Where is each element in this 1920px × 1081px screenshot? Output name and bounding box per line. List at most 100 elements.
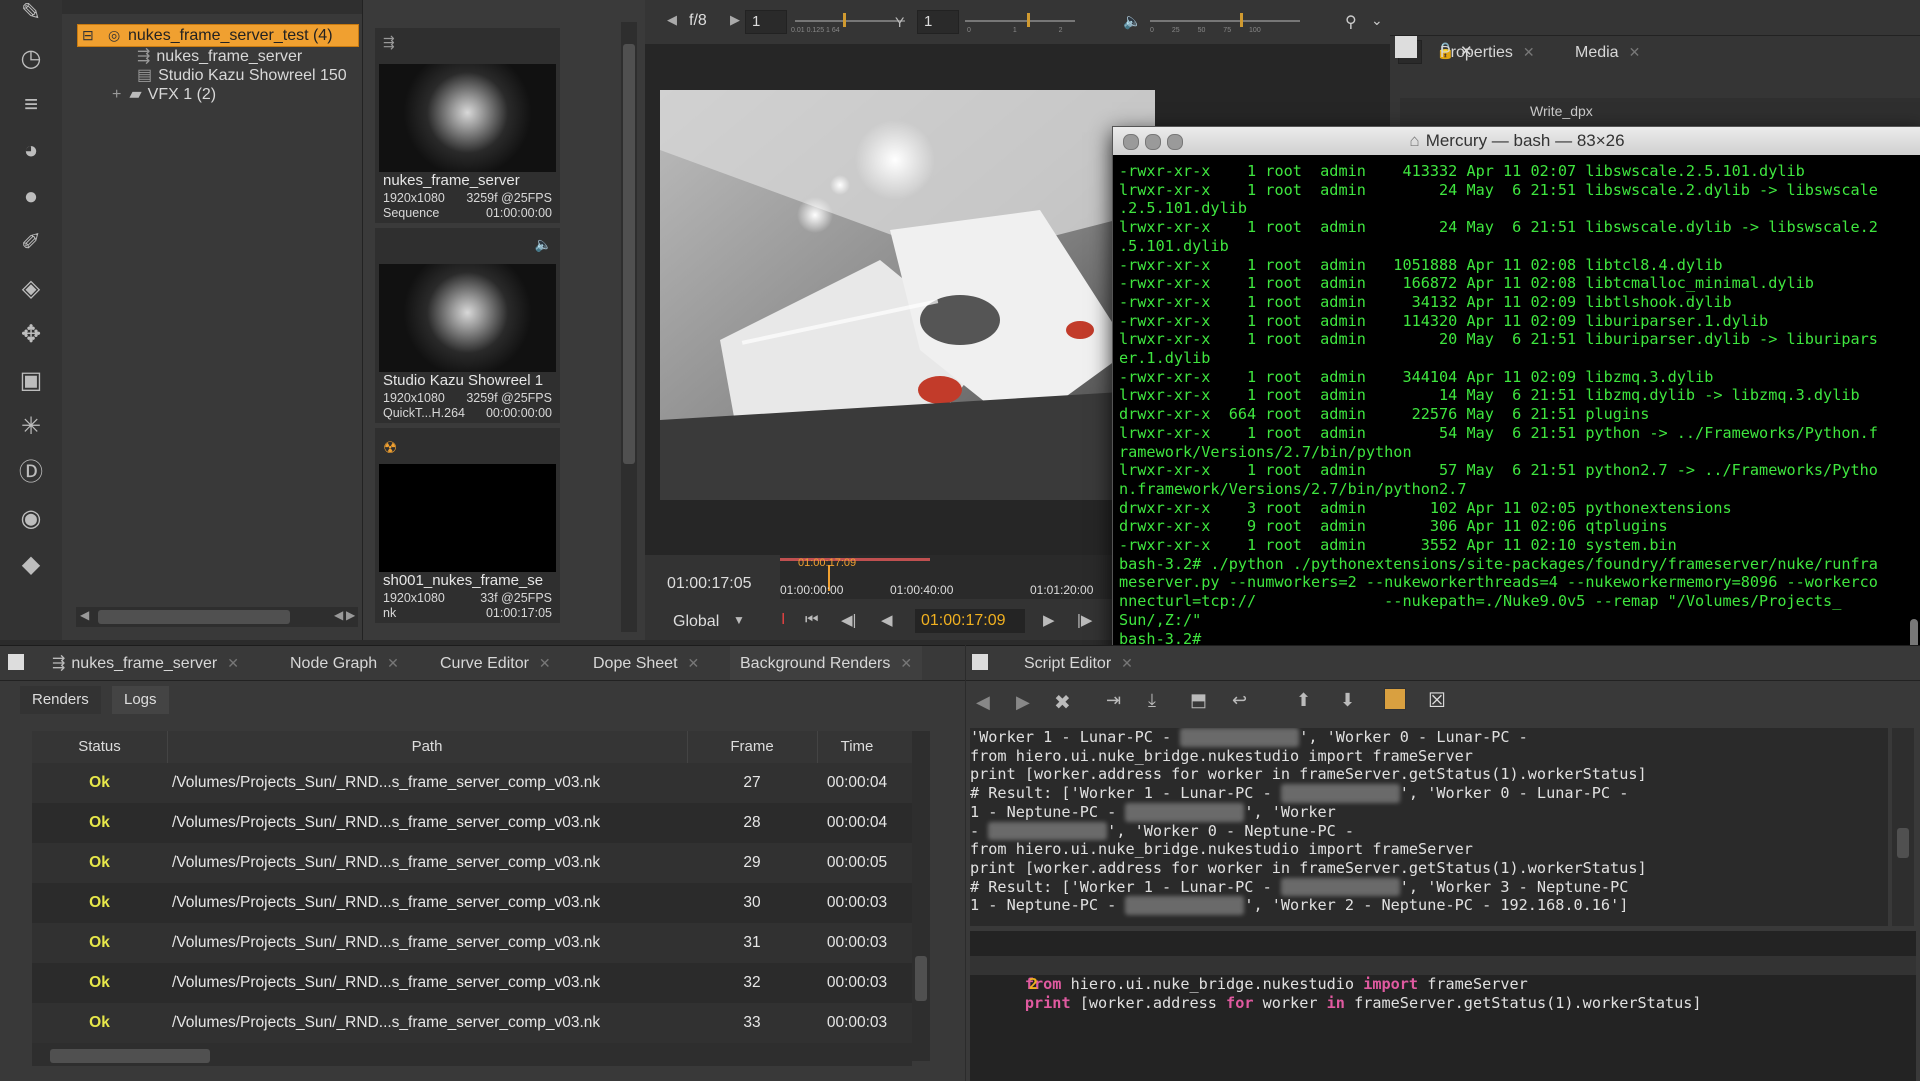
panel-menu-icon[interactable]	[8, 654, 24, 670]
clear-output-icon[interactable]: ☒	[1428, 688, 1446, 713]
tree-item-bin[interactable]: + ▰ VFX 1 (2)	[112, 85, 216, 104]
tab-node-graph[interactable]: Node Graph ✕	[290, 646, 399, 680]
subtab-renders[interactable]: Renders	[20, 686, 101, 714]
table-row[interactable]: Ok/Volumes/Projects_Sun/_RND...s_frame_s…	[32, 843, 912, 883]
terminal-window[interactable]: ⌂ Mercury — bash — 83×26 -rwxr-xr-x 1 roo…	[1112, 126, 1920, 654]
clip-card[interactable]: ☢ sh001_nukes_frame_se 1920x1080 33f @25…	[375, 428, 560, 623]
tree-item-sequence[interactable]: ⇶ nukes_frame_server	[137, 47, 302, 66]
column-status[interactable]: Status	[32, 731, 168, 763]
table-row[interactable]: Ok/Volumes/Projects_Sun/_RND...s_frame_s…	[32, 923, 912, 963]
script-line-2[interactable]: 2 print [worker.address for worker in fr…	[970, 956, 1916, 1012]
decrease-icon[interactable]: ◀	[667, 12, 677, 28]
tab-media[interactable]: Media ✕	[1575, 38, 1640, 66]
column-frame[interactable]: Frame	[687, 731, 818, 763]
column-time[interactable]: Time	[817, 731, 897, 763]
play-reverse-icon[interactable]: ◀	[881, 611, 893, 629]
brush-icon[interactable]: ✐	[14, 226, 48, 260]
volume-slider[interactable]	[1150, 13, 1300, 27]
table-row[interactable]: Ok/Volumes/Projects_Sun/_RND...s_frame_s…	[32, 763, 912, 803]
script-line-1[interactable]: 1 from hiero.ui.nuke_bridge.nukestudio i…	[970, 937, 1916, 993]
show-both-icon[interactable]	[1384, 688, 1406, 710]
move-icon[interactable]: ✥	[14, 318, 48, 352]
terminal-scrollbar[interactable]	[1909, 159, 1919, 649]
layers-icon[interactable]: ◈	[14, 272, 48, 306]
close-window-button[interactable]	[1123, 134, 1139, 150]
tree-item-clip[interactable]: ▤ Studio Kazu Showreel 150	[137, 66, 357, 85]
increase-icon[interactable]: ▶	[730, 12, 740, 28]
show-input-only-icon[interactable]: ⬆	[1296, 690, 1311, 711]
clock-icon[interactable]: ◷	[14, 42, 48, 76]
fstop-value[interactable]: f/8	[689, 12, 707, 30]
particles-icon[interactable]: ✳	[14, 410, 48, 444]
layers-stack-icon[interactable]: ≡	[14, 88, 48, 122]
scroll-right-icon[interactable]: ▶	[346, 608, 355, 622]
picker-icon[interactable]: ⚲	[1345, 12, 1357, 32]
cube-icon[interactable]: ▣	[14, 364, 48, 398]
scroll-left-icon[interactable]: ◀	[80, 608, 89, 622]
clear-history-icon[interactable]: ✖	[1054, 690, 1071, 715]
tab-script-editor[interactable]: Script Editor ✕	[1024, 646, 1133, 680]
panel-menu-icon[interactable]	[972, 654, 988, 670]
table-row[interactable]: Ok/Volumes/Projects_Sun/_RND...s_frame_s…	[32, 963, 912, 1003]
table-row[interactable]: Ok/Volumes/Projects_Sun/_RND...s_frame_s…	[32, 803, 912, 843]
deep-icon[interactable]: Ⓓ	[14, 456, 48, 490]
more-icon[interactable]: ⌄	[1371, 12, 1383, 29]
expand-icon[interactable]: +	[112, 86, 121, 103]
pen-icon[interactable]: ✎	[14, 0, 48, 30]
subtab-logs[interactable]: Logs	[112, 686, 169, 714]
viewer-frame[interactable]	[660, 90, 1155, 500]
output-vscrollbar[interactable]	[1892, 728, 1914, 926]
clip-card[interactable]: ⇶ nukes_frame_server 1920x1080 3259f @25…	[375, 28, 560, 223]
run-script-icon[interactable]: ↩	[1232, 690, 1247, 711]
mode-select[interactable]: Global	[673, 613, 719, 631]
minimize-window-button[interactable]	[1145, 134, 1161, 150]
play-icon[interactable]: ▶	[1043, 611, 1055, 629]
tab-properties[interactable]: Properties ✕	[1440, 38, 1535, 66]
scroll-left-icon[interactable]: ◀	[334, 608, 343, 622]
clip-card[interactable]: 🔈 Studio Kazu Showreel 1 1920x1080 3259f…	[375, 228, 560, 423]
step-back-icon[interactable]: ◀|	[841, 611, 856, 629]
step-forward-icon[interactable]: |▶	[1077, 611, 1092, 629]
sphere-icon[interactable]: ●	[14, 180, 48, 214]
column-path[interactable]: Path	[167, 731, 688, 763]
table-vscrollbar[interactable]	[912, 731, 930, 1061]
table-row[interactable]: Ok/Volumes/Projects_Sun/_RND...s_frame_s…	[32, 883, 912, 923]
scroll-thumb[interactable]	[98, 610, 290, 624]
color-wheel-icon[interactable]: ◕	[14, 134, 48, 168]
table-row[interactable]: Ok/Volumes/Projects_Sun/_RND...s_frame_s…	[32, 1003, 912, 1043]
project-row[interactable]: ⊟ ◎ nukes_frame_server_test (4)	[77, 24, 359, 47]
scroll-thumb[interactable]	[623, 44, 635, 464]
in-point-button[interactable]: I	[781, 611, 785, 629]
gamma-slider[interactable]	[965, 13, 1075, 27]
tab-timeline[interactable]: ⇶ nukes_frame_server ✕	[52, 646, 239, 680]
zoom-window-button[interactable]	[1167, 134, 1183, 150]
panel-menu-icon[interactable]	[1395, 36, 1417, 58]
collapse-icon[interactable]: ⊟	[82, 25, 94, 46]
eye-icon[interactable]: ◉	[14, 502, 48, 536]
load-script-icon[interactable]: ⤓	[1148, 690, 1156, 711]
tab-background-renders[interactable]: Background Renders ✕	[730, 646, 923, 680]
tab-dope-sheet[interactable]: Dope Sheet ✕	[593, 646, 699, 680]
save-script-icon[interactable]: ⬒	[1190, 690, 1207, 711]
gamma-input[interactable]: 1	[917, 10, 959, 34]
gain-input[interactable]: 1	[745, 10, 787, 34]
previous-script-icon[interactable]: ◀	[976, 692, 990, 713]
node-name[interactable]: Write_dpx	[1530, 103, 1593, 119]
volume-icon[interactable]: 🔈	[1123, 12, 1142, 30]
script-input[interactable]: 1 from hiero.ui.nuke_bridge.nukestudio i…	[970, 931, 1916, 1081]
source-script-icon[interactable]: ⇥	[1106, 690, 1121, 711]
output-line: from hiero.ui.nuke_bridge.nukestudio imp…	[970, 746, 1473, 765]
show-output-only-icon[interactable]: ⬇	[1340, 690, 1355, 711]
next-script-icon[interactable]: ▶	[1016, 692, 1030, 713]
tag-icon[interactable]: ◆	[14, 548, 48, 582]
clip-name: sh001_nukes_frame_se	[383, 572, 544, 589]
table-hscrollbar[interactable]	[32, 1046, 912, 1066]
skip-start-icon[interactable]: ⏮	[805, 611, 819, 628]
gain-slider[interactable]	[795, 13, 905, 27]
current-timecode-field[interactable]: 01:00:17:09	[915, 609, 1025, 633]
bin-hscrollbar[interactable]: ◀ ◀ ▶	[76, 607, 358, 627]
chevron-down-icon[interactable]: ▼	[733, 613, 745, 627]
terminal-titlebar[interactable]: ⌂ Mercury — bash — 83×26	[1113, 127, 1920, 155]
thumbs-vscrollbar[interactable]	[621, 22, 637, 632]
tab-curve-editor[interactable]: Curve Editor ✕	[440, 646, 551, 680]
